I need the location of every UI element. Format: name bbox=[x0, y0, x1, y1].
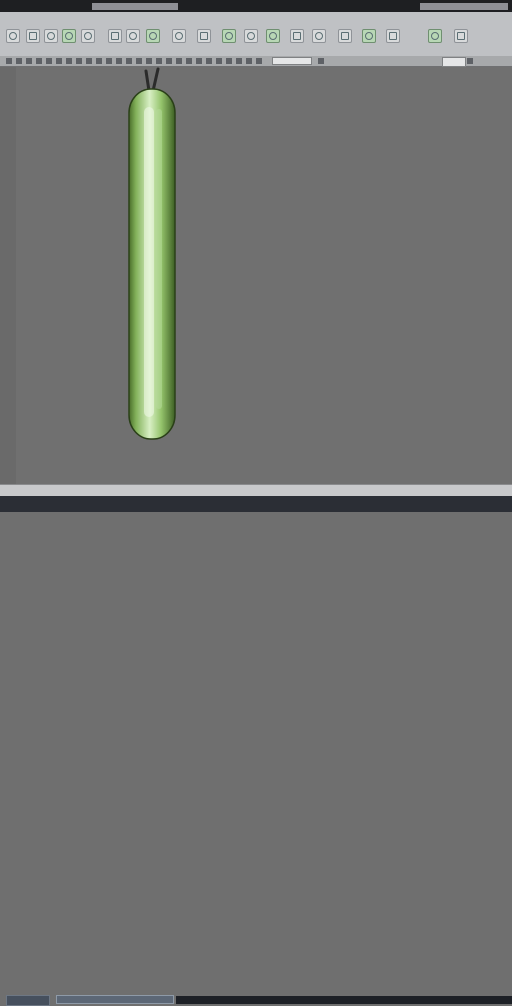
taskbar-tray bbox=[176, 996, 512, 1004]
window-title bbox=[92, 3, 178, 10]
tool-18-icon[interactable] bbox=[386, 29, 400, 43]
canvas-area[interactable] bbox=[16, 67, 512, 484]
mini-tool-21[interactable] bbox=[206, 58, 212, 64]
mini-tool-22[interactable] bbox=[216, 58, 222, 64]
tool-10-icon[interactable] bbox=[197, 29, 211, 43]
secondary-input[interactable] bbox=[442, 57, 466, 67]
tool-8-icon[interactable] bbox=[146, 29, 160, 43]
tool-12-icon[interactable] bbox=[244, 29, 258, 43]
mini-tool-3[interactable] bbox=[26, 58, 32, 64]
cucumber-drawing bbox=[128, 67, 176, 440]
mini-tool-8[interactable] bbox=[76, 58, 82, 64]
window-title-right bbox=[420, 3, 508, 10]
mini-tool-25[interactable] bbox=[246, 58, 252, 64]
tool-20-icon[interactable] bbox=[454, 29, 468, 43]
cucumber-highlight-2 bbox=[156, 109, 162, 409]
mini-tool-19[interactable] bbox=[186, 58, 192, 64]
mini-tool-16[interactable] bbox=[156, 58, 162, 64]
start-button[interactable] bbox=[6, 995, 50, 1006]
tool-11-icon[interactable] bbox=[222, 29, 236, 43]
mini-tool-12[interactable] bbox=[116, 58, 122, 64]
main-toolbar bbox=[0, 12, 512, 66]
mini-tool-20[interactable] bbox=[196, 58, 202, 64]
mini-tool-14[interactable] bbox=[136, 58, 142, 64]
tool-13-icon[interactable] bbox=[266, 29, 280, 43]
tool-5-icon[interactable] bbox=[81, 29, 95, 43]
tool-2-icon[interactable] bbox=[26, 29, 40, 43]
mini-tool-11[interactable] bbox=[106, 58, 112, 64]
mini-tool-23[interactable] bbox=[226, 58, 232, 64]
mini-tool-26[interactable] bbox=[256, 58, 262, 64]
layer-selector-field[interactable] bbox=[272, 57, 312, 65]
taskbar bbox=[0, 496, 512, 1006]
tool-6-icon[interactable] bbox=[108, 29, 122, 43]
tool-1-icon[interactable] bbox=[6, 29, 20, 43]
stem-icon bbox=[144, 67, 160, 93]
tool-16-icon[interactable] bbox=[338, 29, 352, 43]
mini-tool-5[interactable] bbox=[46, 58, 52, 64]
tool-4-icon[interactable] bbox=[62, 29, 76, 43]
mini-tool-4[interactable] bbox=[36, 58, 42, 64]
mini-tool-1[interactable] bbox=[6, 58, 12, 64]
mini-tool-6[interactable] bbox=[56, 58, 62, 64]
mini-tool-10[interactable] bbox=[96, 58, 102, 64]
tool-15-icon[interactable] bbox=[312, 29, 326, 43]
secondary-tool-end[interactable] bbox=[467, 58, 473, 64]
tool-7-icon[interactable] bbox=[126, 29, 140, 43]
mini-tool-24[interactable] bbox=[236, 58, 242, 64]
tool-9-icon[interactable] bbox=[172, 29, 186, 43]
tool-17-icon[interactable] bbox=[362, 29, 376, 43]
left-panel bbox=[0, 67, 17, 484]
window-title-bar bbox=[0, 0, 512, 12]
mini-tool-2[interactable] bbox=[16, 58, 22, 64]
mini-tool-18[interactable] bbox=[176, 58, 182, 64]
tool-14-icon[interactable] bbox=[290, 29, 304, 43]
field-dropdown-icon[interactable] bbox=[318, 58, 324, 64]
mini-tool-13[interactable] bbox=[126, 58, 132, 64]
cucumber-highlight bbox=[144, 107, 154, 417]
mini-tool-9[interactable] bbox=[86, 58, 92, 64]
tool-19-icon[interactable] bbox=[428, 29, 442, 43]
taskbar-item[interactable] bbox=[56, 995, 174, 1004]
tool-3-icon[interactable] bbox=[44, 29, 58, 43]
mini-tool-15[interactable] bbox=[146, 58, 152, 64]
mini-tool-17[interactable] bbox=[166, 58, 172, 64]
mini-tool-7[interactable] bbox=[66, 58, 72, 64]
